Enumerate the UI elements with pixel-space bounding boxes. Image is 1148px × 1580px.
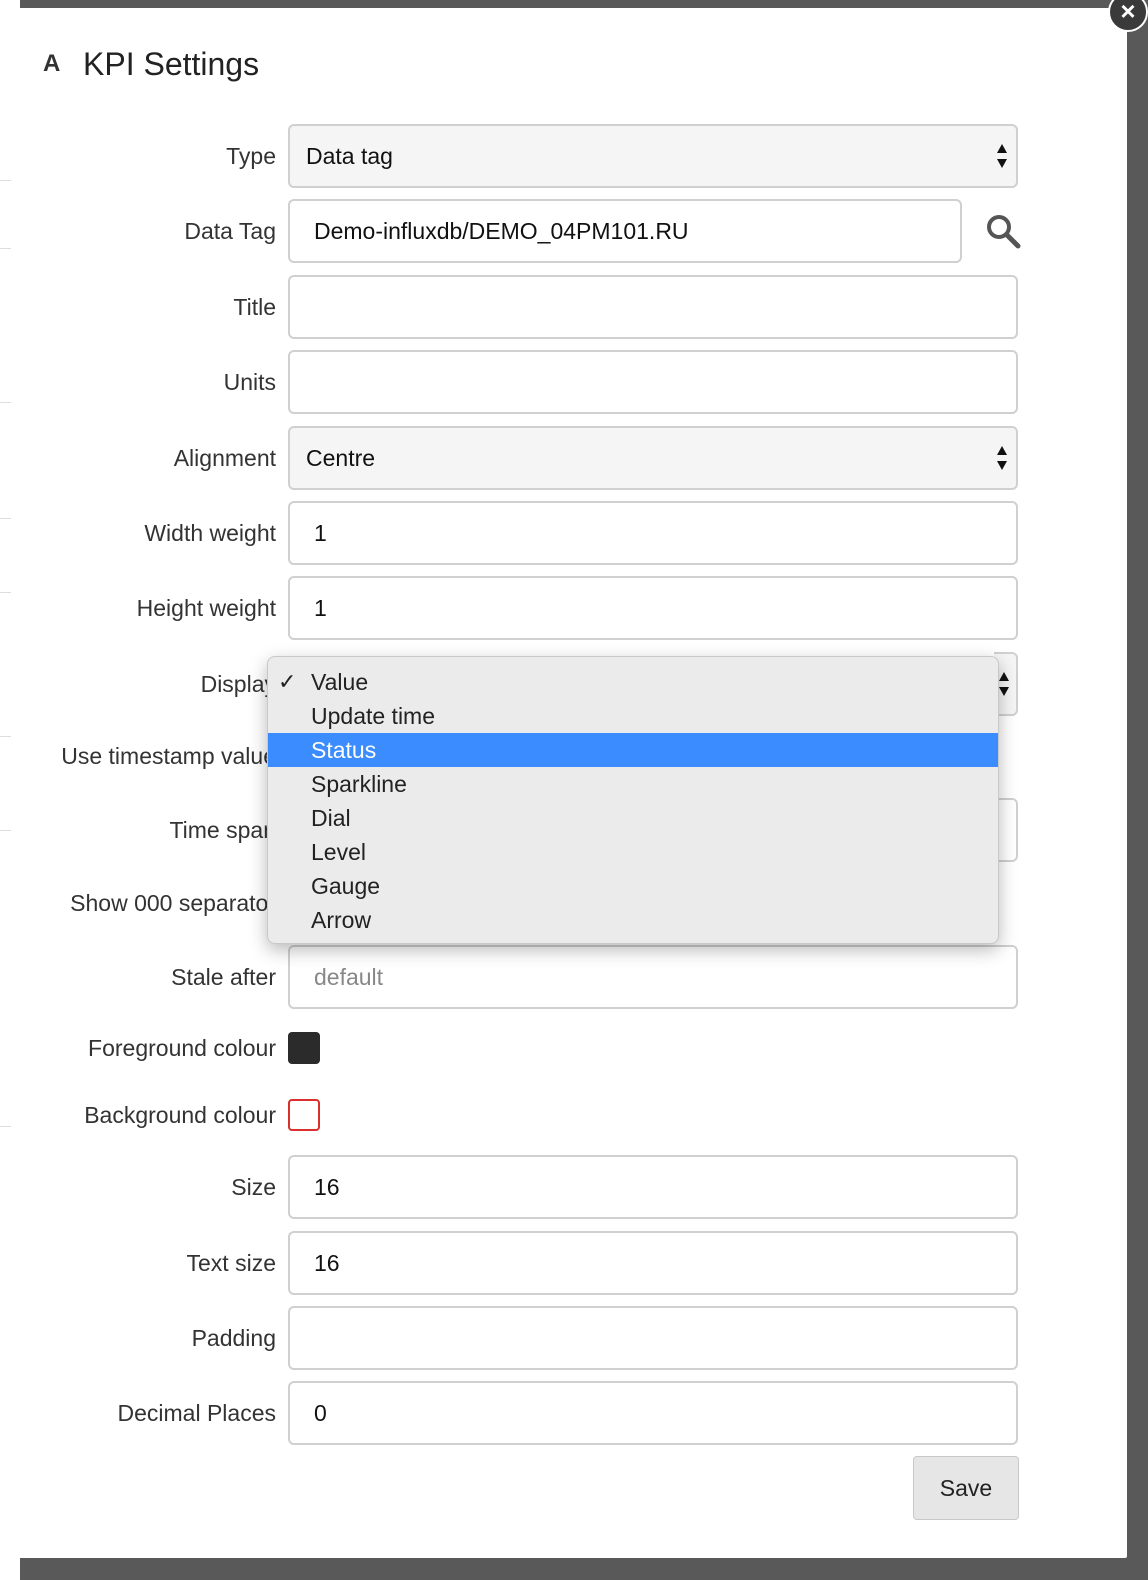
kpi-icon: A <box>43 50 61 77</box>
units-row: Units <box>11 350 1127 414</box>
dropdown-option-status[interactable]: Status <box>268 733 998 767</box>
dropdown-option-value[interactable]: ✓ Value <box>268 665 998 699</box>
size-label: Size <box>231 1174 276 1200</box>
kpi-settings-dialog: A KPI Settings Type Data tag Data Tag De… <box>11 8 1127 1558</box>
option-label: Arrow <box>311 907 372 933</box>
display-label: Display <box>200 671 276 697</box>
units-label: Units <box>223 369 276 395</box>
title-label: Title <box>233 294 276 320</box>
text-size-row: Text size 16 <box>11 1231 1127 1295</box>
size-row: Size 16 <box>11 1155 1127 1219</box>
alignment-select[interactable]: Centre <box>288 426 1018 490</box>
background-colour-swatch[interactable] <box>288 1099 320 1131</box>
padding-label: Padding <box>191 1325 276 1351</box>
alignment-value: Centre <box>306 445 376 471</box>
size-input[interactable]: 16 <box>288 1155 1018 1219</box>
height-weight-input[interactable]: 1 <box>288 576 1018 640</box>
stale-after-input[interactable]: default <box>288 945 1018 1009</box>
stale-after-label: Stale after <box>171 964 276 990</box>
select-arrows-icon <box>997 446 1007 470</box>
dropdown-option-level[interactable]: Level <box>268 835 998 869</box>
decimal-places-input[interactable]: 0 <box>288 1381 1018 1445</box>
show-separator-label: Show 000 separator <box>70 890 276 916</box>
search-icon[interactable] <box>983 211 1023 251</box>
display-dropdown-menu: ✓ Value Update time Status Sparkline Dia… <box>267 656 999 944</box>
text-size-label: Text size <box>186 1250 276 1276</box>
text-size-input[interactable]: 16 <box>288 1231 1018 1295</box>
dropdown-option-sparkline[interactable]: Sparkline <box>268 767 998 801</box>
foreground-colour-swatch[interactable] <box>288 1032 320 1064</box>
width-weight-input[interactable]: 1 <box>288 501 1018 565</box>
select-arrows-icon <box>999 672 1009 696</box>
decimal-places-label: Decimal Places <box>117 1400 277 1426</box>
foreground-colour-label: Foreground colour <box>88 1035 276 1061</box>
background-colour-label: Background colour <box>84 1102 276 1128</box>
checkmark-icon: ✓ <box>278 669 297 694</box>
padding-row: Padding <box>11 1306 1127 1370</box>
title-input[interactable] <box>288 275 1018 339</box>
data-tag-row: Data Tag Demo-influxdb/DEMO_04PM101.RU <box>11 199 1127 263</box>
dropdown-option-update-time[interactable]: Update time <box>268 699 998 733</box>
padding-input[interactable] <box>288 1306 1018 1370</box>
type-value: Data tag <box>306 143 393 169</box>
type-select[interactable]: Data tag <box>288 124 1018 188</box>
dropdown-option-dial[interactable]: Dial <box>268 801 998 835</box>
units-input[interactable] <box>288 350 1018 414</box>
data-tag-label: Data Tag <box>184 218 276 244</box>
width-weight-row: Width weight 1 <box>11 501 1127 565</box>
time-span-label: Time span <box>169 817 276 843</box>
foreground-colour-row: Foreground colour <box>11 1016 1127 1080</box>
use-timestamp-label: Use timestamp value <box>61 743 276 769</box>
decimal-places-row: Decimal Places 0 <box>11 1381 1127 1445</box>
alignment-label: Alignment <box>173 445 276 471</box>
alignment-row: Alignment Centre <box>11 426 1127 490</box>
width-weight-label: Width weight <box>144 520 276 546</box>
dialog-header: A KPI Settings <box>43 44 259 84</box>
option-label: Level <box>311 839 366 865</box>
height-weight-label: Height weight <box>136 595 276 621</box>
save-button[interactable]: Save <box>913 1456 1019 1520</box>
option-label: Value <box>311 669 369 695</box>
select-arrows-icon <box>997 144 1007 168</box>
option-label: Update time <box>311 703 436 729</box>
type-row: Type Data tag <box>11 124 1127 188</box>
height-weight-row: Height weight 1 <box>11 576 1127 640</box>
data-tag-value: Demo-influxdb/DEMO_04PM101.RU <box>314 218 689 244</box>
dropdown-option-arrow[interactable]: Arrow <box>268 903 998 937</box>
option-label: Status <box>311 737 377 763</box>
close-icon[interactable]: × <box>1108 0 1148 32</box>
option-label: Gauge <box>311 873 381 899</box>
stale-after-row: Stale after default <box>11 945 1127 1009</box>
background-colour-row: Background colour <box>11 1083 1127 1147</box>
type-label: Type <box>226 143 276 169</box>
option-label: Sparkline <box>311 771 407 797</box>
title-row: Title <box>11 275 1127 339</box>
option-label: Dial <box>311 805 351 831</box>
dropdown-option-gauge[interactable]: Gauge <box>268 869 998 903</box>
dialog-title: KPI Settings <box>83 45 260 82</box>
data-tag-input[interactable]: Demo-influxdb/DEMO_04PM101.RU <box>288 199 962 263</box>
